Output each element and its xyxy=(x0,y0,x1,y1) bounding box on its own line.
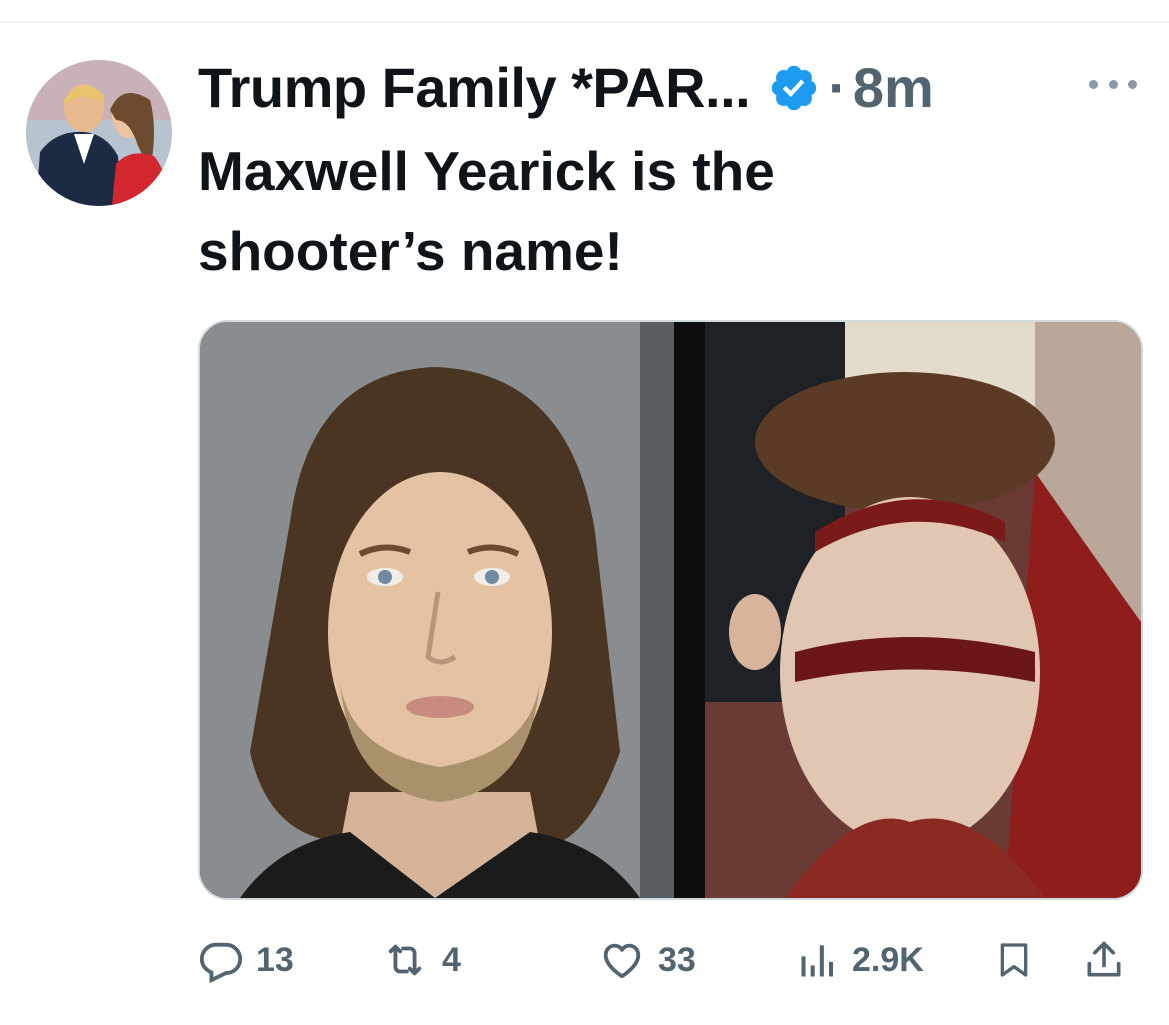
post-text-line: shooter’s name! xyxy=(198,220,623,282)
post-media[interactable] xyxy=(198,320,1143,900)
post-header: Trump Family *PAR... · 8m xyxy=(198,50,1143,125)
share-button[interactable] xyxy=(1082,930,1126,990)
media-image-right[interactable] xyxy=(705,322,1141,898)
post-body: Trump Family *PAR... · 8m Maxwell Yearic… xyxy=(198,50,1143,291)
heart-icon xyxy=(603,943,641,979)
avatar[interactable] xyxy=(26,60,172,206)
reply-icon xyxy=(199,942,243,983)
top-divider xyxy=(0,21,1169,23)
media-image-left[interactable] xyxy=(200,322,674,898)
repost-count: 4 xyxy=(442,940,461,979)
verified-badge-icon[interactable] xyxy=(768,62,820,114)
like-button[interactable]: 33 xyxy=(598,930,696,990)
like-count: 33 xyxy=(658,940,696,979)
header-separator: · xyxy=(828,56,847,119)
media-divider xyxy=(674,322,705,898)
avatar-photo xyxy=(26,60,172,206)
post-text-line: Maxwell Yearick is the xyxy=(198,140,775,202)
second-photo xyxy=(705,322,1141,898)
views-icon xyxy=(801,945,834,977)
mugshot-photo xyxy=(200,322,674,898)
repost-button[interactable]: 4 xyxy=(380,930,461,990)
bookmark-icon xyxy=(1000,943,1028,977)
post-text: Maxwell Yearick is the shooter’s name! xyxy=(198,131,1038,291)
more-dot xyxy=(1108,79,1118,89)
reply-button[interactable]: 13 xyxy=(198,930,294,990)
bookmark-button[interactable] xyxy=(994,930,1034,990)
views-button[interactable]: 2.9K xyxy=(796,930,924,990)
post-timestamp[interactable]: 8m xyxy=(853,55,934,120)
more-icon[interactable] xyxy=(1083,68,1143,100)
more-dot xyxy=(1128,79,1137,89)
reply-count: 13 xyxy=(256,940,294,979)
author-display-name[interactable]: Trump Family *PAR... xyxy=(198,55,751,120)
views-count: 2.9K xyxy=(852,940,924,979)
more-dot xyxy=(1089,79,1098,89)
repost-icon xyxy=(388,944,422,976)
share-icon xyxy=(1087,941,1121,977)
action-bar: 13 4 33 2.9K xyxy=(198,930,1143,990)
